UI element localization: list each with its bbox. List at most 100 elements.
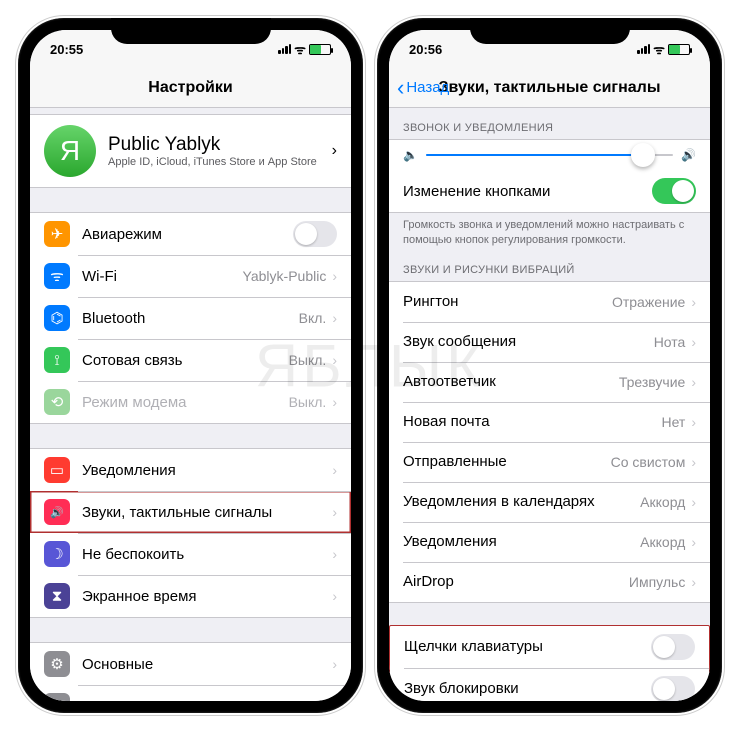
cell-label: Не беспокоить bbox=[82, 546, 332, 563]
sound-row[interactable]: АвтоответчикТрезвучие› bbox=[389, 362, 710, 402]
sound-row[interactable]: Новая почтаНет › bbox=[389, 402, 710, 442]
chevron-right-icon: › bbox=[332, 656, 337, 672]
cell-label: Сотовая связь bbox=[82, 352, 289, 369]
sound-row[interactable]: Звук сообщенияНота› bbox=[389, 322, 710, 362]
settings-row[interactable]: ⧗Экранное время› bbox=[30, 575, 351, 617]
chevron-right-icon: › bbox=[691, 414, 696, 430]
toggle-switch[interactable] bbox=[652, 178, 696, 204]
page-title: Настройки bbox=[148, 79, 232, 97]
notch bbox=[111, 18, 271, 44]
cell-label: Уведомления bbox=[403, 533, 640, 550]
settings-row[interactable]: ✈ Авиарежим bbox=[30, 213, 351, 255]
cell-label: Режим модема bbox=[82, 394, 289, 411]
settings-row[interactable]: ⊞Пункт управления› bbox=[30, 685, 351, 701]
cellular-signal-icon bbox=[637, 44, 650, 54]
cell-detail: Со свистом bbox=[611, 454, 686, 470]
cell-label: Звуки, тактильные сигналы bbox=[82, 504, 332, 521]
cell-label: Bluetooth bbox=[82, 310, 299, 327]
cell-label: Wi-Fi bbox=[82, 268, 243, 285]
dnd-icon: ☽ bbox=[44, 541, 70, 567]
cell-detail: Трезвучие bbox=[619, 374, 685, 390]
wifi-status-icon: ᯤ bbox=[653, 40, 665, 58]
navbar: ‹ Назад Звуки, тактильные сигналы bbox=[389, 68, 710, 108]
cell-detail: Аккорд bbox=[640, 534, 685, 550]
page-title: Звуки, тактильные сигналы bbox=[439, 79, 661, 97]
toggle-switch[interactable] bbox=[293, 221, 337, 247]
settings-content[interactable]: Я Public Yablyk Apple ID, iCloud, iTunes… bbox=[30, 108, 351, 701]
toggle-switch[interactable] bbox=[651, 676, 695, 701]
cell-label: Автоответчик bbox=[403, 373, 619, 390]
cell-label: Отправленные bbox=[403, 453, 611, 470]
volume-slider[interactable] bbox=[426, 154, 673, 157]
notch bbox=[470, 18, 630, 44]
cell-label: Звук блокировки bbox=[404, 680, 651, 697]
chevron-right-icon: › bbox=[332, 268, 337, 284]
cell-label: Рингтон bbox=[403, 293, 612, 310]
apple-id-row[interactable]: Я Public Yablyk Apple ID, iCloud, iTunes… bbox=[30, 115, 351, 187]
battery-icon bbox=[668, 44, 690, 55]
chevron-right-icon: › bbox=[691, 494, 696, 510]
cell-detail: Импульс bbox=[629, 574, 685, 590]
volume-slider-row[interactable]: 🔈 🔊 bbox=[389, 140, 710, 170]
keyboard-clicks-row[interactable]: Щелчки клавиатуры bbox=[390, 626, 709, 668]
settings-row[interactable]: ᯤWi-FiYablyk-Public› bbox=[30, 255, 351, 297]
settings-row[interactable]: ▭ Уведомления› bbox=[30, 449, 351, 491]
change-with-buttons-row[interactable]: Изменение кнопками bbox=[389, 170, 710, 212]
chevron-right-icon: › bbox=[332, 142, 337, 160]
cell-detail: Выкл. bbox=[289, 394, 327, 410]
wifi-status-icon: ᯤ bbox=[294, 40, 306, 58]
battery-icon bbox=[309, 44, 331, 55]
back-button[interactable]: ‹ Назад bbox=[397, 77, 449, 99]
bluetooth-icon: ⌬ bbox=[44, 305, 70, 331]
sounds-icon: 🔊 bbox=[44, 499, 70, 525]
settings-row[interactable]: ☽ Не беспокоить› bbox=[30, 533, 351, 575]
navbar: Настройки bbox=[30, 68, 351, 108]
cell-label: Новая почта bbox=[403, 413, 661, 430]
avatar: Я bbox=[44, 125, 96, 177]
chevron-right-icon: › bbox=[332, 394, 337, 410]
settings-row[interactable]: ⟟Сотовая связьВыкл.› bbox=[30, 339, 351, 381]
chevron-right-icon: › bbox=[691, 534, 696, 550]
chevron-right-icon: › bbox=[332, 352, 337, 368]
cell-detail: Нет bbox=[661, 414, 685, 430]
lock-sound-row[interactable]: Звук блокировки bbox=[390, 668, 709, 701]
cell-label: AirDrop bbox=[403, 573, 629, 590]
cell-label: Авиарежим bbox=[82, 226, 293, 243]
wifi-icon: ᯤ bbox=[44, 263, 70, 289]
cell-detail: Аккорд bbox=[640, 494, 685, 510]
airplane-icon: ✈ bbox=[44, 221, 70, 247]
section-header-sounds: ЗВУКИ И РИСУНКИ ВИБРАЦИЙ bbox=[389, 250, 710, 281]
speaker-low-icon: 🔈 bbox=[403, 148, 418, 162]
section-header-ringer: ЗВОНОК И УВЕДОМЛЕНИЯ bbox=[389, 108, 710, 139]
speaker-high-icon: 🔊 bbox=[681, 148, 696, 162]
apple-id-sub: Apple ID, iCloud, iTunes Store и App Sto… bbox=[108, 156, 332, 168]
phone-right: 20:56 ᯤ ‹ Назад Звуки, тактильные сигнал… bbox=[377, 18, 722, 713]
cell-label: Пункт управления bbox=[82, 698, 332, 702]
settings-row[interactable]: ⟲ Режим модемаВыкл. › bbox=[30, 381, 351, 423]
section-footer: Громкость звонка и уведомлений можно нас… bbox=[389, 213, 710, 250]
notifications-icon: ▭ bbox=[44, 457, 70, 483]
hotspot-icon: ⟲ bbox=[44, 389, 70, 415]
sound-row[interactable]: РингтонОтражение› bbox=[389, 282, 710, 322]
settings-row[interactable]: ⚙Основные› bbox=[30, 643, 351, 685]
cell-label: Уведомления bbox=[82, 462, 332, 479]
chevron-right-icon: › bbox=[332, 462, 337, 478]
sound-row[interactable]: УведомленияАккорд › bbox=[389, 522, 710, 562]
apple-id-name: Public Yablyk bbox=[108, 134, 332, 156]
cell-label: Основные bbox=[82, 656, 332, 673]
settings-row[interactable]: 🔊Звуки, тактильные сигналы› bbox=[30, 491, 351, 533]
cellular-icon: ⟟ bbox=[44, 347, 70, 373]
phone-left: 20:55 ᯤ Настройки Я Public Yablyk bbox=[18, 18, 363, 713]
sound-row[interactable]: Уведомления в календаряхАккорд› bbox=[389, 482, 710, 522]
screentime-icon: ⧗ bbox=[44, 583, 70, 609]
toggle-switch[interactable] bbox=[651, 634, 695, 660]
cellular-signal-icon bbox=[278, 44, 291, 54]
chevron-right-icon: › bbox=[332, 546, 337, 562]
sound-row[interactable]: AirDropИмпульс› bbox=[389, 562, 710, 602]
sounds-content[interactable]: ЗВОНОК И УВЕДОМЛЕНИЯ 🔈 🔊 Изменение кнопк… bbox=[389, 108, 710, 701]
sound-row[interactable]: ОтправленныеСо свистом› bbox=[389, 442, 710, 482]
settings-row[interactable]: ⌬BluetoothВкл.› bbox=[30, 297, 351, 339]
chevron-left-icon: ‹ bbox=[397, 77, 404, 99]
back-label: Назад bbox=[406, 79, 449, 96]
cell-label: Изменение кнопками bbox=[403, 183, 652, 200]
